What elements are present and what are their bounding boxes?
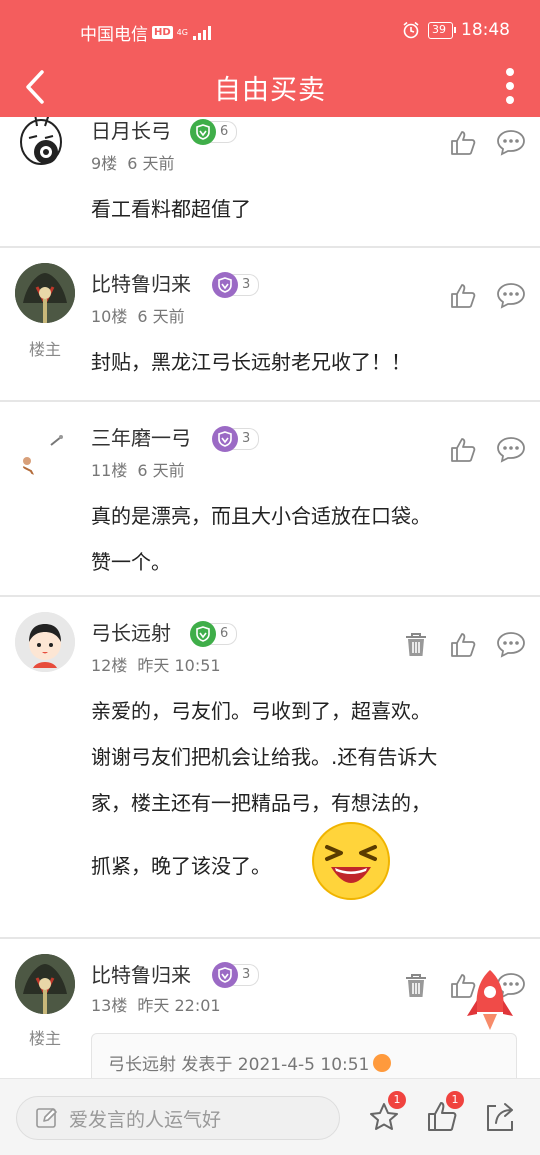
shield-icon [190, 621, 216, 647]
username[interactable]: 三年磨一弓 [91, 422, 191, 451]
comment-body: 封贴，黑龙江弓长远射老兄收了！！ [91, 339, 511, 385]
more-menu-icon[interactable] [502, 66, 518, 106]
comment-item: 楼主 比特鲁归来 3 10楼 6 天前 封贴，黑龙江弓长远射老兄收了！！ [0, 248, 540, 402]
username[interactable]: 比特鲁归来 [91, 268, 191, 297]
avatar[interactable] [15, 417, 75, 477]
share-icon [487, 1103, 513, 1131]
post-meta: 9楼 6 天前 [91, 150, 174, 174]
quote-text: 弓长远射 发表于 2021-4-5 10:51 [108, 1055, 370, 1075]
owner-tag: 楼主 [28, 1029, 61, 1048]
comment-line: 真的是漂亮，而且大小合适放在口袋。 [91, 504, 431, 528]
floor-number: 9楼 [91, 154, 118, 173]
level-badge: 6 [190, 621, 238, 647]
comment-icon[interactable] [496, 630, 526, 658]
avatar[interactable] [15, 954, 75, 1014]
reply-arrow-icon [373, 1054, 392, 1072]
like-button[interactable]: 1 [424, 1091, 464, 1135]
comment-feed: 日月长弓 6 9楼 6 天前 看工看料都超值了 楼主 比特鲁归来 3 10楼 6 天… [0, 0, 540, 1078]
username[interactable]: 弓长远射 [91, 617, 171, 646]
hd-badge: HD [152, 26, 173, 39]
post-meta: 13楼 昨天 22:01 [91, 992, 221, 1016]
shield-icon [190, 119, 216, 145]
post-time: 6 天前 [137, 307, 185, 326]
alarm-icon [403, 21, 419, 39]
post-meta: 12楼 昨天 10:51 [91, 652, 221, 676]
floor-number: 12楼 [91, 656, 128, 675]
level-badge: 3 [212, 426, 260, 452]
comment-line: 看工看料都超值了 [91, 197, 251, 221]
comment-item: 楼主 比特鲁归来 3 13楼 昨天 22:01 弓长远射 发表于 2021-4-5… [0, 939, 540, 1078]
delete-icon[interactable] [403, 972, 429, 1000]
battery-icon: 39 [428, 21, 456, 39]
comment-line: 封贴，黑龙江弓长远射老兄收了！！ [91, 350, 411, 374]
favorite-count-badge: 1 [388, 1091, 406, 1109]
page-title: 自由买卖 [214, 75, 326, 106]
comment-icon[interactable] [496, 128, 526, 156]
shield-icon [212, 426, 238, 452]
post-meta: 10楼 6 天前 [91, 303, 185, 327]
post-meta: 11楼 6 天前 [91, 457, 185, 481]
edit-pencil-icon [36, 1108, 57, 1128]
comment-body: 真的是漂亮，而且大小合适放在口袋。 赞一个。 [91, 493, 511, 585]
level-badge: 6 [190, 119, 238, 145]
thumbs-up-icon[interactable] [449, 129, 477, 157]
level-badge: 3 [212, 272, 260, 298]
shield-icon [212, 272, 238, 298]
status-left: 中国电信 HD 4G [80, 20, 211, 45]
signal-icon [192, 25, 211, 40]
clock: 18:48 [461, 20, 510, 40]
avatar[interactable] [15, 112, 75, 172]
comment-line: 亲爱的，弓友们。弓收到了，超喜欢。 [91, 699, 431, 723]
share-button[interactable] [482, 1099, 518, 1135]
comment-body: 看工看料都超值了 [91, 186, 511, 232]
back-to-top-rocket-icon[interactable] [465, 968, 515, 1036]
comment-item: 三年磨一弓 3 11楼 6 天前 真的是漂亮，而且大小合适放在口袋。 赞一个。 [0, 402, 540, 597]
comment-line: 谢谢弓友们把机会让给我。.还有告诉大 [91, 745, 438, 769]
comment-line: 赞一个。 [91, 550, 171, 574]
app-header: 中国电信 HD 4G 39 18:48 自由买卖 [0, 0, 540, 117]
network-type: 4G [176, 27, 188, 37]
quoted-reply[interactable]: 弓长远射 发表于 2021-4-5 10:51 [91, 1033, 517, 1078]
post-time: 6 天前 [137, 461, 185, 480]
floor-number: 11楼 [91, 461, 128, 480]
username[interactable]: 比特鲁归来 [91, 959, 191, 988]
thumbs-up-icon[interactable] [449, 436, 477, 464]
floor-number: 13楼 [91, 996, 128, 1015]
nav-bar: 自由买卖 [0, 60, 540, 117]
floor-number: 10楼 [91, 307, 128, 326]
avatar[interactable] [15, 263, 75, 323]
laughing-emoji-icon [312, 822, 390, 900]
owner-tag: 楼主 [28, 340, 61, 359]
comment-icon[interactable] [496, 435, 526, 463]
favorite-button[interactable]: 1 [366, 1091, 406, 1135]
bottom-bar: 爱发言的人运气好 1 1 [0, 1078, 540, 1155]
delete-icon[interactable] [403, 631, 429, 659]
status-right: 39 18:48 [402, 20, 510, 40]
comment-input-placeholder: 爱发言的人运气好 [69, 1108, 222, 1131]
comment-item: 弓长远射 6 12楼 昨天 10:51 亲爱的，弓友们。弓收到了，超喜欢。 谢谢弓… [0, 597, 540, 939]
comment-icon[interactable] [496, 281, 526, 309]
thumbs-up-icon[interactable] [449, 282, 477, 310]
carrier-name: 中国电信 [80, 25, 148, 45]
comment-input[interactable]: 爱发言的人运气好 [16, 1096, 340, 1140]
like-count-badge: 1 [446, 1091, 464, 1109]
post-time: 昨天 22:01 [137, 996, 221, 1015]
username[interactable]: 日月长弓 [91, 115, 171, 144]
comment-body: 亲爱的，弓友们。弓收到了，超喜欢。 谢谢弓友们把机会让给我。.还有告诉大 家，楼… [91, 688, 511, 826]
shield-icon [212, 962, 238, 988]
status-bar: 中国电信 HD 4G 39 18:48 [0, 0, 540, 60]
avatar[interactable] [15, 612, 75, 672]
post-time: 昨天 10:51 [137, 656, 221, 675]
post-time: 6 天前 [127, 154, 175, 173]
level-badge: 3 [212, 962, 260, 988]
comment-line: 抓紧，晚了该没了。 [91, 854, 271, 878]
thumbs-up-icon[interactable] [449, 631, 477, 659]
comment-line: 家，楼主还有一把精品弓，有想法的， [91, 791, 431, 815]
